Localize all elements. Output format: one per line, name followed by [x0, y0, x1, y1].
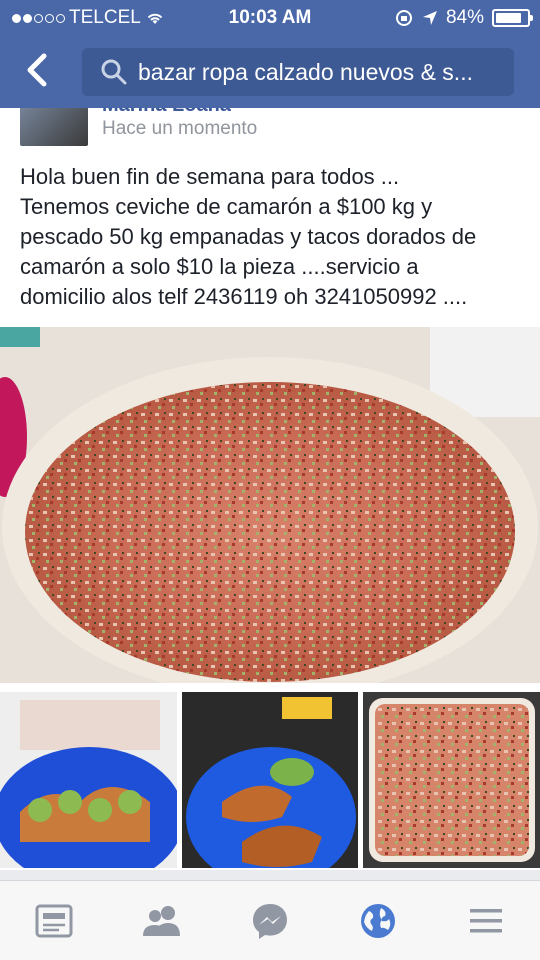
post-photo-thumb[interactable] [363, 692, 540, 868]
search-icon [101, 59, 127, 85]
menu-icon [470, 908, 502, 932]
post-text: Hola buen fin de semana para todos ... T… [20, 162, 525, 312]
author-avatar[interactable] [20, 108, 88, 146]
news-feed-tab[interactable] [24, 891, 84, 951]
post-photo-main[interactable] [0, 327, 540, 683]
status-right: 84% [394, 7, 533, 29]
back-button[interactable] [22, 50, 52, 90]
empanadas-plate-photo [181, 692, 359, 868]
top-header: TELCEL 10:03 AM 84% bazar ropa calzado n… [0, 0, 540, 108]
search-query: bazar ropa calzado nuevos & s... [138, 58, 473, 85]
post-text-line: Hola buen fin de semana para todos ... [20, 164, 400, 189]
notifications-tab[interactable] [348, 891, 408, 951]
post-photo-thumb[interactable] [0, 692, 177, 868]
more-tab[interactable] [456, 891, 516, 951]
messenger-tab[interactable] [240, 891, 300, 951]
battery-icon [492, 9, 533, 27]
post-photo-thumbnails [0, 692, 540, 868]
ceviche-bowl-photo [0, 327, 540, 683]
friends-icon [143, 905, 180, 936]
messenger-icon [253, 903, 287, 939]
news-feed-icon [35, 904, 73, 937]
tacos-plate-photo [0, 692, 177, 868]
friends-tab[interactable] [132, 891, 192, 951]
feed-post: Marina Loana Hace un momento Hola buen f… [0, 108, 540, 870]
post-text-line: domicilio alos telf 2436119 oh 324105099… [20, 284, 468, 309]
author-name[interactable]: Marina Loana [102, 108, 231, 117]
battery-percent: 84% [445, 7, 484, 28]
ceviche-container-photo [363, 692, 540, 868]
chevron-left-icon [27, 53, 47, 87]
search-bar[interactable]: bazar ropa calzado nuevos & s... [82, 48, 514, 96]
location-arrow-icon [422, 11, 437, 25]
bottom-nav-bar [0, 880, 540, 960]
rotation-lock-icon [395, 10, 412, 26]
post-text-line: camarón a solo $10 la pieza ....servicio… [20, 254, 419, 279]
globe-icon [361, 903, 395, 938]
post-text-line: pescado 50 kg empanadas y tacos dorados … [20, 224, 477, 249]
post-photo-thumb[interactable] [181, 692, 359, 868]
post-timestamp[interactable]: Hace un momento [102, 118, 257, 140]
post-text-line: Tenemos ceviche de camarón a $100 kg y [20, 194, 433, 219]
status-bar: TELCEL 10:03 AM 84% [0, 0, 540, 36]
